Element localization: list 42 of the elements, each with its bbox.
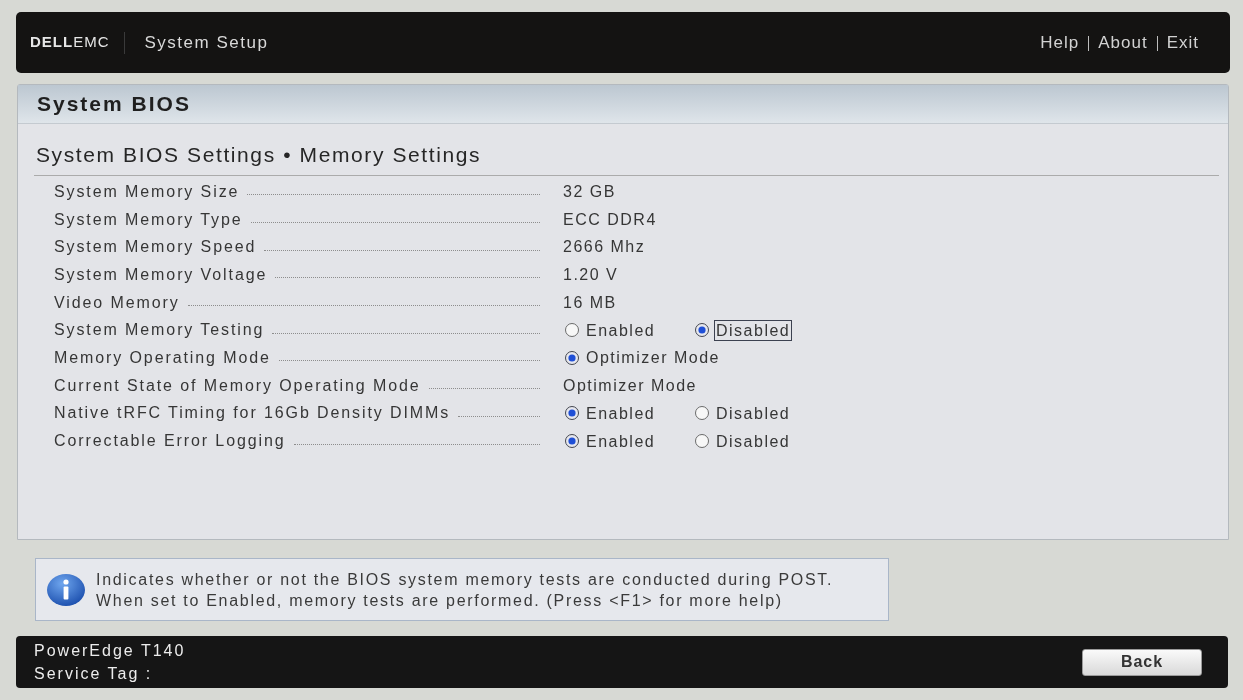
header-link[interactable]: Exit xyxy=(1166,29,1199,56)
setting-label: System Memory Size xyxy=(54,181,240,202)
app-title: System Setup xyxy=(144,31,269,54)
setting-label: Correctable Error Logging xyxy=(54,431,286,452)
section-title: System BIOS Settings • Memory Settings xyxy=(36,141,482,168)
radio-button[interactable] xyxy=(695,434,709,449)
back-button[interactable]: Back xyxy=(1082,648,1202,676)
help-text: Indicates whether or not the BIOS system memory tests are conducted during POST. When set to Enabled, memory tests are performed. (Press <F1> for more help) xyxy=(96,569,834,611)
radio-button[interactable] xyxy=(695,406,709,421)
model-name: PowerEdge T140 xyxy=(34,641,186,661)
setting-value: 1.20 V xyxy=(563,265,619,283)
setting-label: System Memory Speed xyxy=(54,237,257,258)
radio-button[interactable] xyxy=(565,406,579,421)
setting-value: 2666 Mhz xyxy=(563,238,646,256)
setting-label: Current State of Memory Operating Mode xyxy=(54,375,421,396)
option-label[interactable]: Enabled xyxy=(584,402,658,424)
option-label[interactable]: Disabled xyxy=(714,402,793,424)
header-link[interactable]: Help xyxy=(1040,29,1080,56)
panel-title: System BIOS xyxy=(37,91,191,118)
setting-label: System Memory Type xyxy=(54,209,243,230)
setting-label: System Memory Voltage xyxy=(54,264,268,285)
brand-logo: DELLEMC xyxy=(30,32,110,53)
setting-label: Memory Operating Mode xyxy=(54,347,271,368)
info-icon xyxy=(47,573,85,606)
option-label[interactable]: Optimizer Mode xyxy=(584,347,722,369)
option-label[interactable]: Enabled xyxy=(584,319,658,341)
setting-value: Optimizer Mode xyxy=(563,376,697,394)
radio-button[interactable] xyxy=(565,350,579,365)
header-link[interactable]: About xyxy=(1098,29,1148,56)
setting-value: 16 MB xyxy=(563,293,617,311)
option-label[interactable]: Disabled xyxy=(714,430,793,452)
option-label[interactable]: Enabled xyxy=(584,430,658,452)
radio-button[interactable] xyxy=(565,434,579,449)
setting-label: Native tRFC Timing for 16Gb Density DIMMs xyxy=(54,403,451,424)
setting-value: ECC DDR4 xyxy=(563,210,657,228)
radio-button[interactable] xyxy=(565,323,579,338)
setting-label: System Memory Testing xyxy=(54,320,265,341)
service-tag-label: Service Tag : xyxy=(34,664,154,684)
setting-value: 32 GB xyxy=(563,182,616,200)
setting-label: Video Memory xyxy=(54,292,180,313)
radio-button[interactable] xyxy=(695,323,709,338)
option-label[interactable]: Disabled xyxy=(714,319,793,341)
